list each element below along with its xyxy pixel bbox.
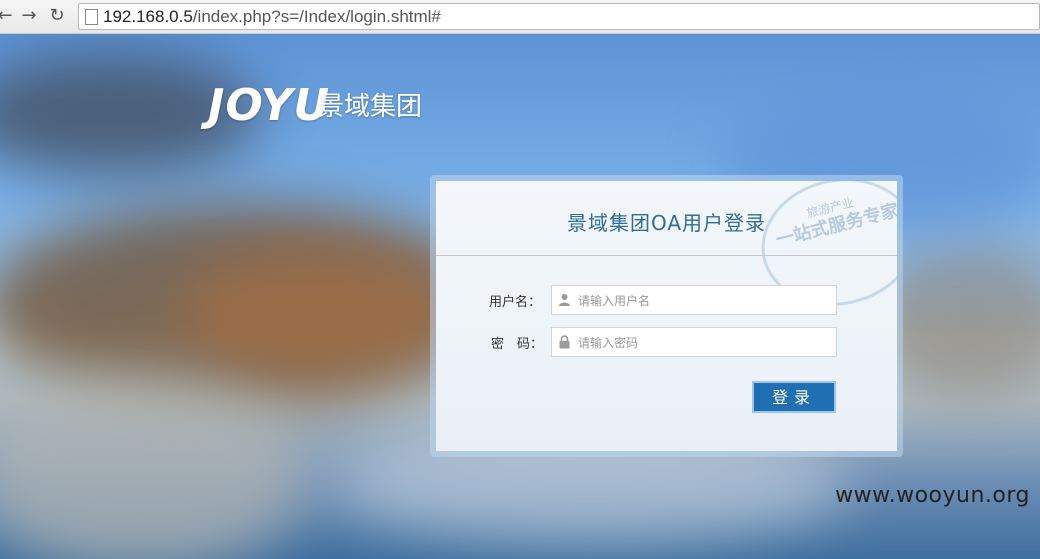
reload-icon[interactable]: ↻ [46,5,68,27]
username-label: 用户名： [489,295,542,310]
password-field[interactable] [551,327,837,358]
url-path: /index.php?s=/Index/login.shtml# [192,7,441,26]
url-text: 192.168.0.5/index.php?s=/Index/login.sht… [103,4,441,29]
password-input[interactable] [576,328,835,358]
page-icon [85,9,98,25]
user-icon [559,294,570,306]
login-title: 景域集团OA用户登录 [566,211,767,235]
logo-word: JOYU [208,80,331,131]
forward-arrow-icon[interactable]: → [18,5,40,27]
address-bar[interactable]: 192.168.0.5/index.php?s=/Index/login.sht… [78,3,1040,30]
password-label: 密 码： [491,337,544,352]
login-panel: 旅游产业 一站式服务专家 景域集团OA用户登录 用户名： 密 码： 登录 [436,181,897,451]
decorative-calligraphy [995,120,1040,520]
logo-chinese-name: 景域集团 [318,92,423,122]
browser-toolbar: ← → ↻ 192.168.0.5/index.php?s=/Index/log… [0,0,1040,34]
username-input[interactable] [576,286,835,316]
url-host: 192.168.0.5 [103,7,193,26]
watermark-text: www.wooyun.org [835,483,1030,508]
bg-blob [180,244,460,374]
title-divider [436,255,897,256]
username-field[interactable] [551,285,837,316]
company-logo: JOYU 景域集团 [208,80,422,131]
login-button[interactable]: 登录 [752,381,836,413]
lock-icon [559,335,570,349]
back-arrow-icon[interactable]: ← [0,5,16,27]
